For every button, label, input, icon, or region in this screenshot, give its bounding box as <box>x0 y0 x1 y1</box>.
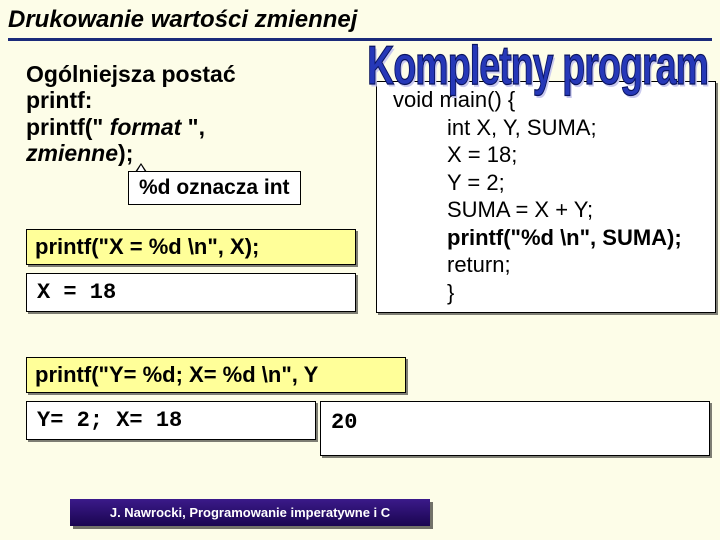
prog-line4: Y = 2; <box>393 169 705 197</box>
callout-box: %d oznacza int <box>128 171 301 205</box>
lead-text: Ogólniejsza postać printf: printf(" form… <box>26 61 386 167</box>
prog-line2: int X, Y, SUMA; <box>393 114 705 142</box>
lead-line4b: ); <box>118 140 133 166</box>
prog-line6: printf("%d \n", SUMA); <box>393 224 705 252</box>
example2-code: printf("Y= %d; X= %d \n", Y <box>26 357 406 393</box>
prog-line5: SUMA = X + Y; <box>393 196 705 224</box>
lead-format-word: format <box>110 114 182 140</box>
example2-output: Y= 2; X= 18 <box>26 401 316 440</box>
content-area: Kompletny program Ogólniejsza postać pri… <box>8 41 712 501</box>
lead-line3c: ", <box>181 114 205 140</box>
footer-bar: J. Nawrocki, Programowanie imperatywne i… <box>70 499 430 526</box>
program-output: 20 <box>320 401 710 456</box>
slide: Drukowanie wartości zmiennej Kompletny p… <box>0 0 720 540</box>
prog-line8: } <box>393 279 705 307</box>
lead-zmienne-word: zmienne <box>26 140 118 166</box>
prog-line3: X = 18; <box>393 141 705 169</box>
example1-output: X = 18 <box>26 273 356 312</box>
lead-line1: Ogólniejsza postać <box>26 61 236 87</box>
lead-line3a: printf(" <box>26 114 110 140</box>
program-box: void main() { int X, Y, SUMA; X = 18; Y … <box>376 81 716 313</box>
lead-line2: printf: <box>26 87 92 113</box>
prog-line7: return; <box>393 251 705 279</box>
example1-code: printf("X = %d \n", X); <box>26 229 356 265</box>
wordart-heading: Kompletny program <box>367 35 708 98</box>
